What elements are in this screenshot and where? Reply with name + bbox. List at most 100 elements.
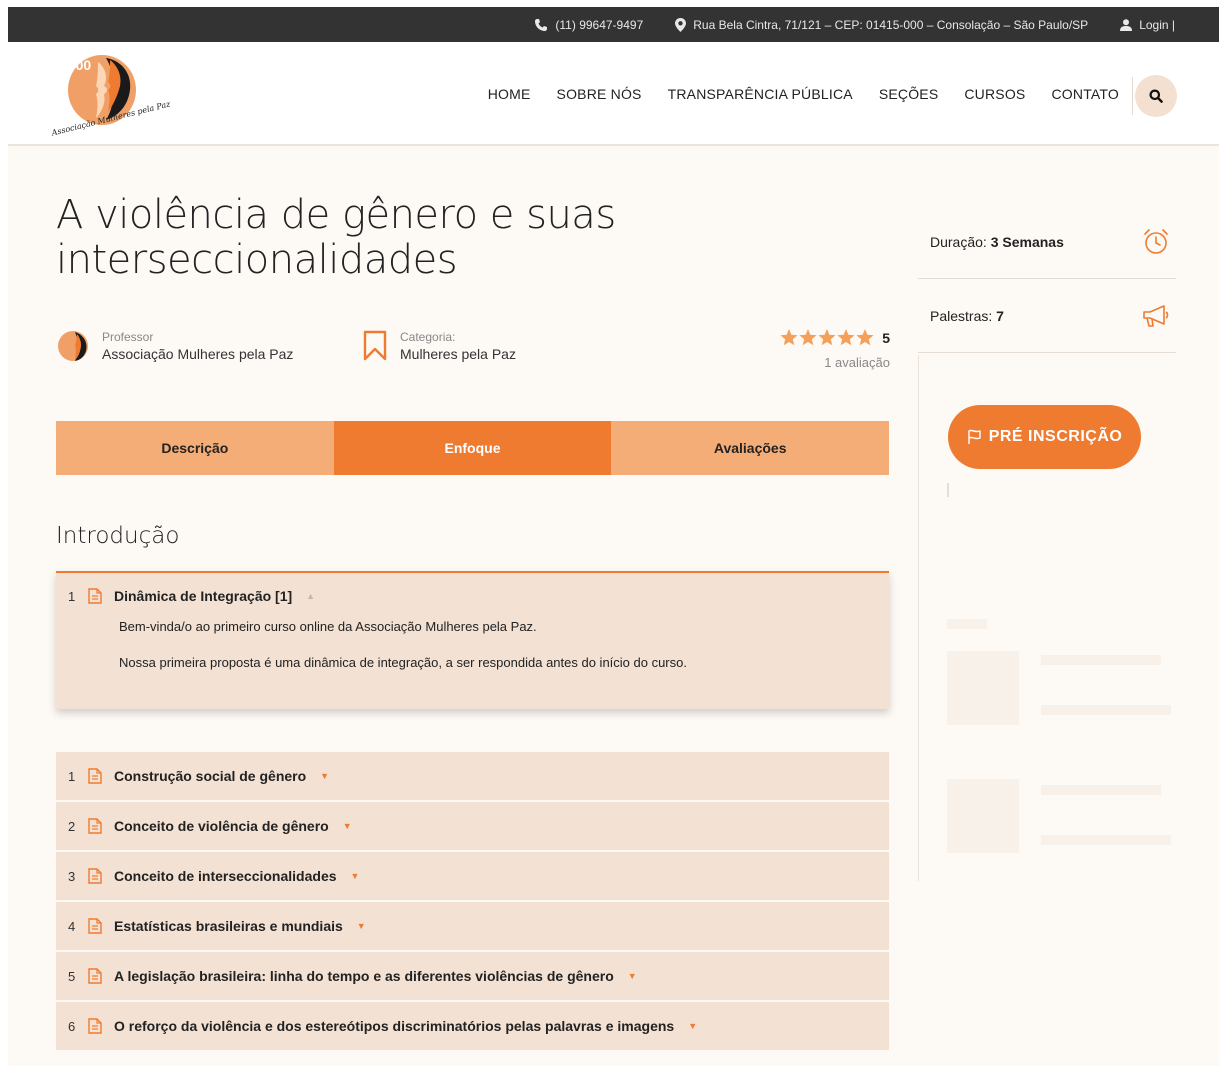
faint-line <box>1041 785 1161 795</box>
nav-transparencia-publica[interactable]: TRANSPARÊNCIA PÚBLICA <box>668 86 853 102</box>
login-link[interactable]: Login | <box>1139 18 1175 32</box>
rating-count: 1 avaliação <box>824 355 890 370</box>
star-icon <box>856 329 874 346</box>
caret-down-icon[interactable]: ▼ <box>628 971 637 981</box>
section-title: Introdução <box>56 523 180 549</box>
search-button[interactable] <box>1135 75 1177 117</box>
divider-mark <box>947 483 949 497</box>
category-name[interactable]: Mulheres pela Paz <box>400 346 516 362</box>
tab-avaliacoes[interactable]: Avaliações <box>611 421 890 475</box>
category-label: Categoria: <box>400 330 456 344</box>
top-bar: (11) 99647-9497 Rua Bela Cintra, 71/121 … <box>8 7 1219 42</box>
duration-row: Duração: 3 Semanas <box>918 205 1176 279</box>
course-sidebar: Duração: 3 Semanas Palestras: 7 <box>918 205 1176 353</box>
curriculum-item[interactable]: 4 Estatísticas brasileiras e mundiais ▼ <box>56 902 889 950</box>
tab-descricao[interactable]: Descrição <box>56 421 334 475</box>
document-icon <box>88 918 102 934</box>
flag-icon <box>967 429 981 444</box>
document-icon <box>88 868 102 884</box>
course-title: A violência de gênero e suas interseccio… <box>56 192 616 283</box>
nav-divider <box>1132 77 1133 115</box>
pre-inscricao-button[interactable]: PRÉ INSCRIÇÃO <box>948 405 1141 469</box>
lectures-label: Palestras: <box>930 307 993 324</box>
tab-enfoque[interactable]: Enfoque <box>333 421 612 475</box>
item-title: Construção social de gênero <box>114 768 307 784</box>
caret-down-icon[interactable]: ▼ <box>320 771 329 781</box>
item-title: A legislação brasileira: linha do tempo … <box>114 968 614 984</box>
caret-down-icon[interactable]: ▼ <box>688 1021 697 1031</box>
teacher-name[interactable]: Associação Mulheres pela Paz <box>102 346 293 362</box>
caret-down-icon[interactable]: ▼ <box>357 921 366 931</box>
item-title[interactable]: Dinâmica de Integração [1] <box>114 588 292 604</box>
item-paragraph: Bem-vinda/o ao primeiro curso online da … <box>119 619 537 634</box>
rating-value: 5 <box>882 330 890 346</box>
curriculum-item-header[interactable]: 1 Dinâmica de Integração [1] ▲ <box>56 573 889 619</box>
caret-up-icon[interactable]: ▲ <box>306 591 315 601</box>
site-logo[interactable]: 1000 Associação Mulheres pela Paz 1000 <box>51 50 171 142</box>
bookmark-icon <box>363 330 387 361</box>
faint-line <box>1041 655 1161 665</box>
item-title: Conceito de interseccionalidades <box>114 868 337 884</box>
phone-text: (11) 99647-9497 <box>555 17 644 32</box>
topbar-phone[interactable]: (11) 99647-9497 <box>534 18 643 32</box>
document-icon <box>88 818 102 834</box>
faint-line <box>1041 835 1171 845</box>
caret-down-icon[interactable]: ▼ <box>343 821 352 831</box>
item-index: 5 <box>68 968 76 984</box>
caret-down-icon[interactable]: ▼ <box>351 871 360 881</box>
item-title: O reforço da violência e dos estereótipo… <box>114 1018 675 1034</box>
user-icon <box>1120 18 1133 31</box>
course-meta: Professor Associação Mulheres pela Paz C… <box>56 327 516 365</box>
curriculum-open-item: 1 Dinâmica de Integração [1] ▲ Bem-vinda… <box>56 571 889 709</box>
curriculum-list: 1 Construção social de gênero ▼ 2 Concei… <box>56 752 889 1052</box>
teacher-block[interactable]: Professor Associação Mulheres pela Paz <box>56 327 362 365</box>
curriculum-item[interactable]: 6 O reforço da violência e dos estereóti… <box>56 1002 889 1050</box>
faint-thumbnail <box>947 651 1019 725</box>
nav-sobre-nos[interactable]: SOBRE NÓS <box>557 86 642 102</box>
category-block[interactable]: Categoria: Mulheres pela Paz <box>362 327 516 365</box>
document-icon <box>88 588 102 604</box>
curriculum-item[interactable]: 3 Conceito de interseccionalidades ▼ <box>56 852 889 900</box>
item-index: 4 <box>68 918 76 934</box>
topbar-login[interactable]: Login | <box>1120 18 1175 32</box>
address-text: Rua Bela Cintra, 71/121 – CEP: 01415-000… <box>693 17 1089 32</box>
site-header: 1000 Associação Mulheres pela Paz 1000 H… <box>8 42 1219 146</box>
nav-secoes[interactable]: SEÇÕES <box>879 86 939 102</box>
item-content: Bem-vinda/o ao primeiro curso online da … <box>56 619 889 671</box>
phone-icon <box>535 18 548 31</box>
course-tabs: Descrição Enfoque Avaliações <box>56 421 890 475</box>
duration-value: 3 Semanas <box>990 233 1064 250</box>
document-icon <box>88 1018 102 1034</box>
map-pin-icon <box>675 17 687 32</box>
nav-contato[interactable]: CONTATO <box>1051 86 1119 102</box>
nav-cursos[interactable]: CURSOS <box>964 86 1025 102</box>
rating-stars: 5 <box>780 329 890 347</box>
item-index: 1 <box>68 588 76 604</box>
item-title: Estatísticas brasileiras e mundiais <box>114 918 343 934</box>
item-paragraph: Nossa primeira proposta é uma dinâmica d… <box>119 655 687 670</box>
teacher-avatar <box>58 331 88 361</box>
document-icon <box>88 768 102 784</box>
curriculum-item[interactable]: 1 Construção social de gênero ▼ <box>56 752 889 800</box>
pre-inscricao-label: PRÉ INSCRIÇÃO <box>988 428 1123 445</box>
item-index: 6 <box>68 1018 76 1034</box>
faint-thumbnail <box>947 779 1019 853</box>
teacher-label: Professor <box>102 330 154 344</box>
page: (11) 99647-9497 Rua Bela Cintra, 71/121 … <box>8 7 1219 1066</box>
topbar-address: Rua Bela Cintra, 71/121 – CEP: 01415-000… <box>675 17 1089 32</box>
star-icon <box>780 329 798 346</box>
megaphone-icon <box>1143 304 1169 327</box>
star-icon <box>837 329 855 346</box>
curriculum-item[interactable]: 5 A legislação brasileira: linha do temp… <box>56 952 889 1000</box>
lectures-row: Palestras: 7 <box>918 279 1176 353</box>
star-icon <box>799 329 817 346</box>
curriculum-item[interactable]: 2 Conceito de violência de gênero ▼ <box>56 802 889 850</box>
nav-home[interactable]: HOME <box>488 86 531 102</box>
document-icon <box>88 968 102 984</box>
item-index: 2 <box>68 818 76 834</box>
item-title: Conceito de violência de gênero <box>114 818 329 834</box>
lectures-value: 7 <box>996 307 1004 324</box>
duration-label: Duração: <box>930 233 987 250</box>
star-icons <box>780 329 874 346</box>
item-index: 3 <box>68 868 76 884</box>
